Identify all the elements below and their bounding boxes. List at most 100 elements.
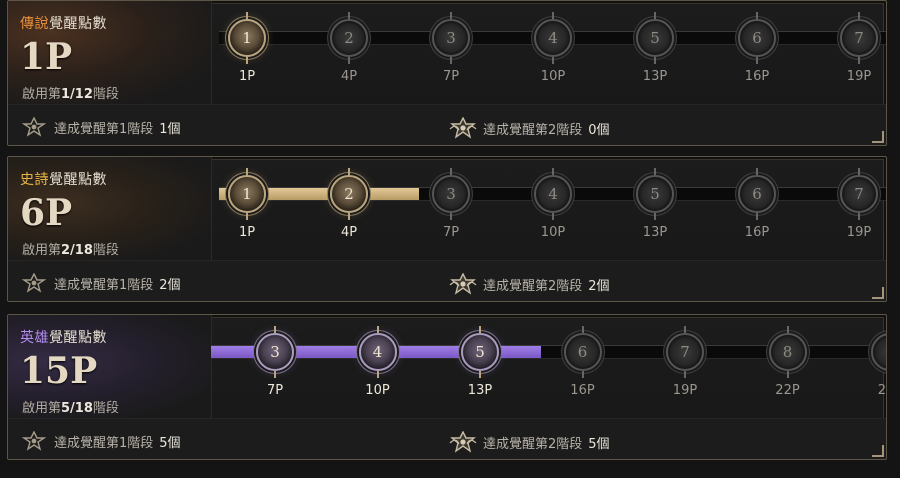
stage-node-2[interactable]: 2 [330,12,368,64]
grade-label: 英雄 [20,330,49,346]
stage-node-5[interactable]: 5 [461,326,499,378]
stage-suffix: 階段 [92,87,119,102]
stage-node-label: 10P [540,69,566,84]
stage-node-label: 13P [467,383,493,398]
awakening-points-value: 15P [20,350,98,392]
achieve-stage1: 達成覺醒第1階段 5個 [22,431,181,451]
stage-node-3[interactable]: 3 [256,326,294,378]
awakening-points-value: 6P [20,192,73,234]
achieve2-count: 2個 [588,278,610,294]
stage-node-label: 13P [642,225,668,240]
stage-node-5[interactable]: 5 [636,168,674,220]
stage-node-4[interactable]: 4 [358,326,397,378]
stage-node-label: 10P [540,225,566,240]
active-stage-text: 啟用第5/18階段 [22,397,119,416]
achieve1-count: 5個 [159,435,181,451]
stage-node-1[interactable]: 1 [228,168,266,220]
achievement-row: 達成覺醒第1階段 2個 達成覺醒第2階段 2個 [8,260,886,301]
stage-node-7[interactable]: 7 [666,326,704,378]
crest-stage2-icon [449,273,477,295]
grade-label: 史詩 [20,172,49,188]
stage-node-label: 19P [846,225,872,240]
stage-prefix: 啟用第 [22,87,62,102]
awakening-points-value: 1P [20,36,73,78]
achieve1-label: 達成覺醒第1階段 [54,121,154,137]
achieve-stage2: 達成覺醒第2階段 2個 [449,273,610,295]
achieve1-label: 達成覺醒第1階段 [54,277,154,293]
achieve-stage1: 達成覺醒第1階段 2個 [22,273,181,293]
stage-node-label: 7P [442,69,460,84]
achieve1-count: 1個 [159,121,181,137]
achieve-stage2: 達成覺醒第2階段 5個 [449,431,610,453]
achieve2-label: 達成覺醒第2階段 [483,278,583,294]
points-summary: 英雄覺醒點數 15P 啟用第5/18階段 [8,315,212,418]
points-summary: 傳說覺醒點數 1P 啟用第1/12階段 [8,1,212,104]
achieve2-label: 達成覺醒第2階段 [483,122,583,138]
stage-value: 5/18 [61,401,93,416]
stage-node-7[interactable]: 7 [840,12,878,64]
panel-title: 英雄覺醒點數 [20,327,107,347]
stage-node-label: 7P [266,383,284,398]
stage-node-5[interactable]: 5 [636,12,674,64]
panel-title: 傳說覺醒點數 [20,13,107,33]
stage-node-8[interactable]: 8 [768,326,807,378]
stage-node-3[interactable]: 3 [432,168,470,220]
title-suffix: 覺醒點數 [49,16,107,32]
stage-node-6[interactable]: 6 [738,168,776,220]
stage-node-label: 7P [442,225,460,240]
epic-awakening-panel: 史詩覺醒點數 6P 啟用第2/18階段 1 1P 2 4P 3 7P 4 10P 5 13P 6 16… [7,156,887,302]
crest-stage2-icon [449,431,477,453]
stage-node-label: 4P [340,225,358,240]
stage-node-label: 16P [744,69,770,84]
stage-node-6[interactable]: 6 [738,12,776,64]
achieve2-count: 0個 [588,122,610,138]
active-stage-text: 啟用第1/12階段 [22,83,119,102]
stage-node-label: 1P [238,69,256,84]
points-summary: 史詩覺醒點數 6P 啟用第2/18階段 [8,157,212,260]
crest-stage2-icon [449,117,477,139]
stage-node-4[interactable]: 4 [534,12,572,64]
stage-node-4[interactable]: 4 [534,168,572,220]
stage-track[interactable]: 3 7P 4 10P 5 13P 6 16P 7 19P 8 22P 9 25P [211,315,886,418]
achievement-row: 達成覺醒第1階段 1個 達成覺醒第2階段 0個 [8,104,886,145]
stage-prefix: 啟用第 [22,243,62,258]
stage-node-label: 4P [340,69,358,84]
achieve2-count: 5個 [588,436,610,452]
achieve-stage1: 達成覺醒第1階段 1個 [22,117,181,137]
stage-value: 2/18 [61,243,93,258]
stage-node-label: 19P [672,383,698,398]
crest-stage1-icon [22,273,46,293]
achieve1-label: 達成覺醒第1階段 [54,435,154,451]
legend-awakening-panel: 傳說覺醒點數 1P 啟用第1/12階段 1 1P 2 4P 3 7P 4 10P 5 13P 6 16… [7,0,887,146]
achievement-row: 達成覺醒第1階段 5個 達成覺醒第2階段 5個 [8,418,886,459]
stage-node-label: 16P [744,225,770,240]
stage-node-9[interactable]: 9 [871,333,886,371]
stage-node-label: 10P [365,383,390,398]
stage-node-7[interactable]: 7 [840,168,878,220]
achieve1-count: 2個 [159,277,181,293]
stage-node-label: 22P [775,383,800,398]
title-suffix: 覺醒點數 [49,172,107,188]
title-suffix: 覺醒點數 [49,330,107,346]
stage-node-6[interactable]: 6 [563,326,602,378]
stage-track[interactable]: 1 1P 2 4P 3 7P 4 10P 5 13P 6 16P 7 19P [211,1,886,104]
stage-node-label: 1P [238,225,256,240]
achieve2-label: 達成覺醒第2階段 [483,436,583,452]
stage-node-2[interactable]: 2 [330,168,368,220]
stage-prefix: 啟用第 [22,401,62,416]
active-stage-text: 啟用第2/18階段 [22,239,119,258]
crest-stage1-icon [22,431,46,451]
stage-suffix: 階段 [92,243,119,258]
stage-suffix: 階段 [92,401,119,416]
stage-node-3[interactable]: 3 [432,12,470,64]
panel-title: 史詩覺醒點數 [20,169,107,189]
stage-node-label: 13P [642,69,668,84]
stage-track[interactable]: 1 1P 2 4P 3 7P 4 10P 5 13P 6 16P 7 19P [211,157,886,260]
grade-label: 傳說 [20,16,49,32]
achieve-stage2: 達成覺醒第2階段 0個 [449,117,610,139]
stage-node-label: 25P [877,383,886,398]
stage-node-1[interactable]: 1 [228,12,266,64]
stage-node-label: 19P [846,69,872,84]
hero-awakening-panel: 英雄覺醒點數 15P 啟用第5/18階段 3 7P 4 10P 5 13P 6 16P 7 19P… [7,314,887,460]
stage-node-label: 16P [570,383,595,398]
